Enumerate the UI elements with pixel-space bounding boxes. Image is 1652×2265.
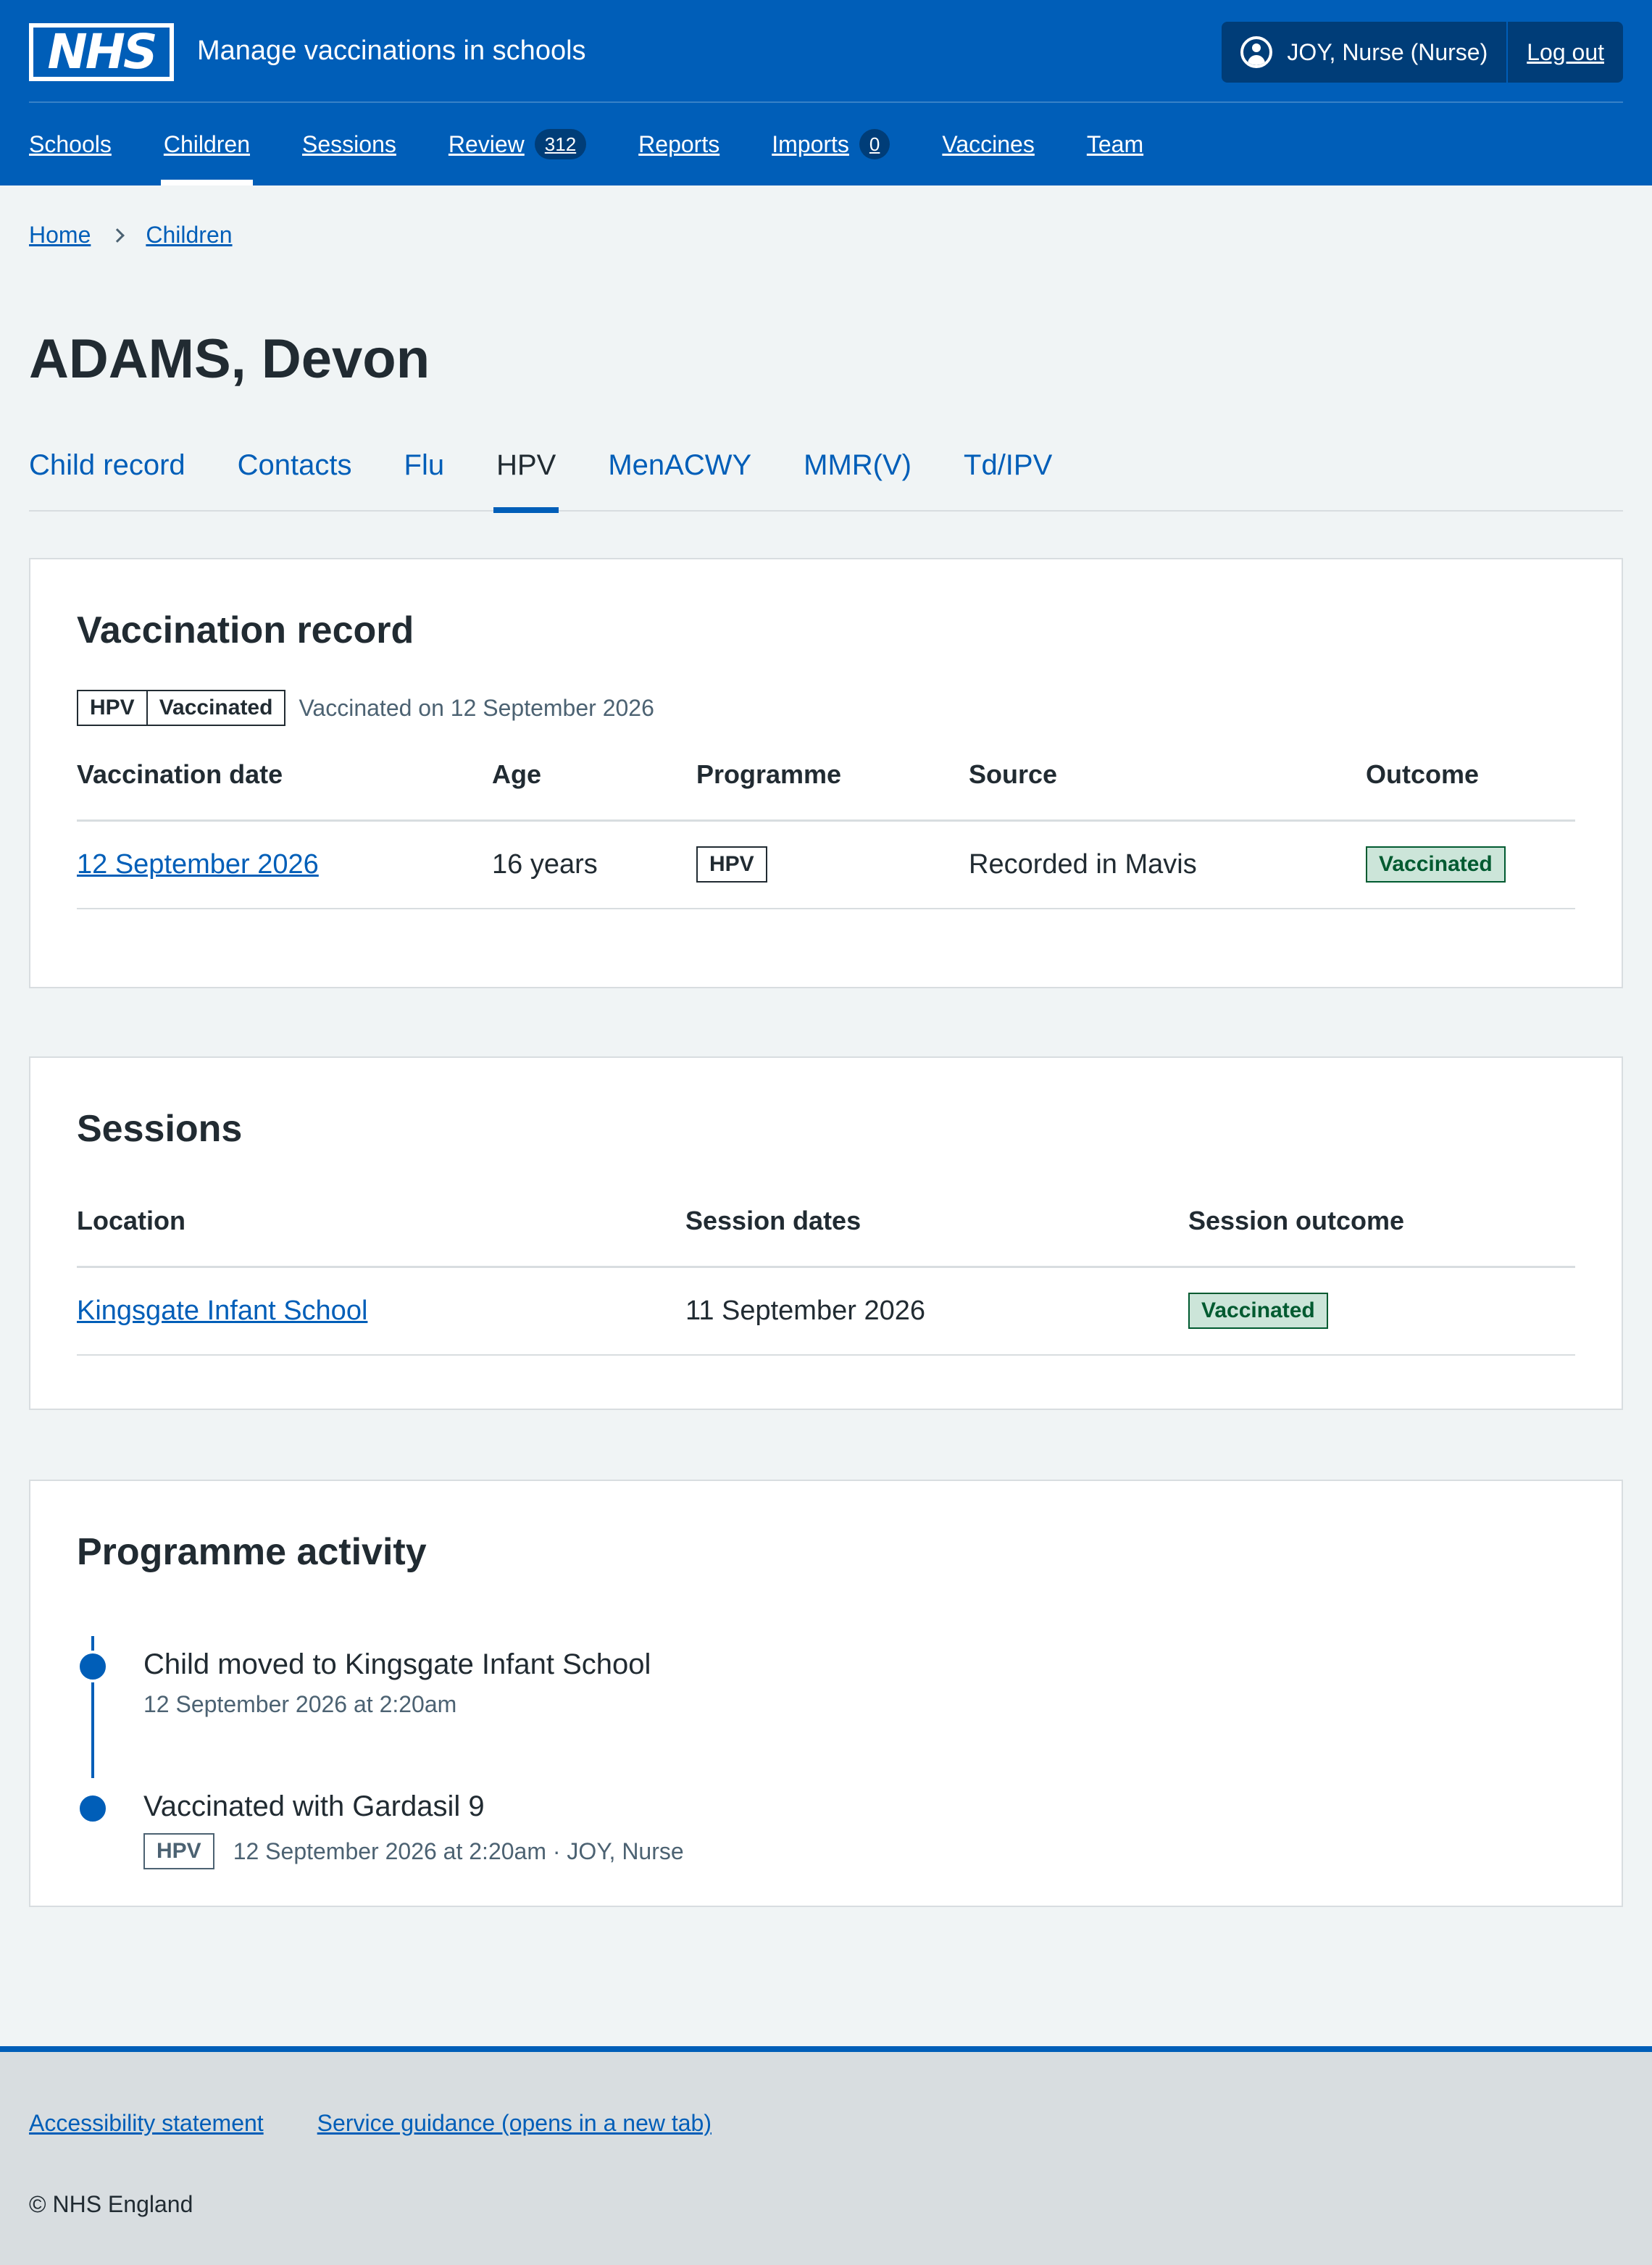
logout-link[interactable]: Log out — [1508, 39, 1623, 66]
user-icon — [1240, 36, 1273, 68]
account-name: JOY, Nurse (Nurse) — [1287, 38, 1488, 65]
table-header-row: Vaccination date Age Programme Source Ou… — [77, 730, 1575, 822]
site-header: NHS Manage vaccinations in schools JOY, … — [0, 0, 1652, 185]
age-cell: 16 years — [492, 820, 696, 909]
service-name[interactable]: Manage vaccinations in schools — [197, 33, 586, 68]
table-header-row: Location Session dates Session outcome — [77, 1177, 1575, 1268]
tab-td-ipv[interactable]: Td/IPV — [964, 442, 1052, 512]
header-top: NHS Manage vaccinations in schools JOY, … — [29, 0, 1623, 103]
vaccination-record-heading: Vaccination record — [77, 609, 414, 651]
nav-item-team[interactable]: Team — [1087, 103, 1143, 185]
table-row: Kingsgate Infant School 11 September 202… — [77, 1267, 1575, 1356]
session-location-link[interactable]: Kingsgate Infant School — [77, 1296, 367, 1326]
session-dates-cell: 11 September 2026 — [685, 1267, 1188, 1356]
nav-item-label: Vaccines — [942, 130, 1035, 157]
nav-item-schools[interactable]: Schools — [29, 103, 112, 185]
nav-item-label: Sessions — [302, 130, 396, 157]
programme-activity-heading: Programme activity — [77, 1531, 427, 1573]
primary-navigation: Schools Children Sessions Review 312 Repo… — [29, 103, 1196, 185]
column-header: Outcome — [1366, 730, 1575, 822]
account-user: JOY, Nurse (Nurse) — [1222, 22, 1509, 83]
vaccination-table: Vaccination date Age Programme Source Ou… — [77, 730, 1575, 909]
nav-item-vaccines[interactable]: Vaccines — [942, 103, 1034, 185]
breadcrumb: Home Children — [29, 222, 233, 249]
tab-flu[interactable]: Flu — [404, 442, 445, 512]
sessions-heading: Sessions — [77, 1108, 243, 1150]
nav-item-label: Imports — [772, 130, 849, 157]
nav-item-children[interactable]: Children — [160, 103, 254, 185]
timeline-item-title: Child moved to Kingsgate Infant School — [143, 1648, 651, 1680]
nhs-logo-text: NHS — [33, 28, 170, 77]
review-count-badge: 312 — [534, 129, 587, 159]
nav-item-imports[interactable]: Imports 0 — [772, 103, 890, 185]
timeline-item-meta: 12 September 2026 at 2:20am — [143, 1691, 456, 1718]
status-text: Vaccinated on 12 September 2026 — [299, 694, 654, 721]
footer-links: Accessibility statement Service guidance… — [29, 2110, 765, 2137]
source-cell: Recorded in Mavis — [969, 820, 1366, 909]
nav-item-label: Schools — [29, 130, 112, 157]
imports-count-badge: 0 — [859, 129, 890, 159]
column-header: Programme — [696, 730, 969, 822]
column-header: Source — [969, 730, 1366, 822]
nav-item-sessions[interactable]: Sessions — [302, 103, 396, 185]
timeline-dot-icon — [77, 1793, 109, 1824]
programme-activity-card: Programme activity Child moved to Kingsg… — [29, 1480, 1623, 1907]
nav-item-label: Children — [163, 130, 251, 157]
timeline-item-date: 12 September 2026 at 2:20am — [143, 1691, 457, 1717]
programme-tag: HPV — [143, 1833, 214, 1869]
site-footer: Accessibility statement Service guidance… — [0, 2046, 1652, 2265]
breadcrumb-children[interactable]: Children — [146, 222, 232, 249]
nav-item-label: Team — [1086, 130, 1144, 157]
tab-menacwy[interactable]: MenACWY — [608, 442, 751, 512]
timeline-item-meta: HPV 12 September 2026 at 2:20am · JOY, N… — [143, 1833, 684, 1869]
programme-status-tag: HPV Vaccinated — [77, 690, 286, 726]
nav-item-label: Reports — [638, 130, 720, 157]
tab-hpv[interactable]: HPV — [493, 442, 559, 513]
nav-item-label: Review — [448, 130, 525, 157]
footer-link-accessibility[interactable]: Accessibility statement — [29, 2110, 264, 2137]
vaccination-date-link[interactable]: 12 September 2026 — [77, 849, 319, 880]
copyright: © NHS England — [29, 2191, 193, 2217]
sessions-table: Location Session dates Session outcome K… — [77, 1177, 1575, 1356]
nav-item-review[interactable]: Review 312 — [448, 103, 587, 185]
account-menu: JOY, Nurse (Nurse) Log out — [1222, 22, 1623, 83]
programme-status: HPV Vaccinated Vaccinated on 12 Septembe… — [77, 690, 654, 726]
column-header: Session outcome — [1188, 1177, 1575, 1268]
status-tag: Vaccinated — [146, 691, 285, 725]
outcome-tag: Vaccinated — [1366, 846, 1506, 883]
table-row: 12 September 2026 16 years HPV Recorded … — [77, 820, 1575, 909]
programme-tabs: Child record Contacts Flu HPV MenACWY MM… — [29, 442, 1623, 513]
sessions-card: Sessions Location Session dates Session … — [29, 1056, 1623, 1410]
tab-mmrv[interactable]: MMR(V) — [804, 442, 911, 512]
tab-contacts[interactable]: Contacts — [238, 442, 352, 512]
session-outcome-tag: Vaccinated — [1188, 1293, 1328, 1330]
nav-item-reports[interactable]: Reports — [638, 103, 719, 185]
page-title: ADAMS, Devon — [29, 328, 430, 390]
timeline-item-date: 12 September 2026 at 2:20am · JOY, Nurse — [233, 1838, 684, 1864]
programme-tag: HPV — [90, 696, 135, 719]
programme-tag: HPV — [696, 846, 767, 883]
column-header: Age — [492, 730, 696, 822]
footer-link-service-guidance[interactable]: Service guidance (opens in a new tab) — [317, 2110, 712, 2137]
timeline-item-title: Vaccinated with Gardasil 9 — [143, 1790, 485, 1822]
column-header: Vaccination date — [77, 730, 492, 822]
timeline-dot-icon — [77, 1651, 109, 1682]
chevron-right-icon — [110, 228, 125, 243]
breadcrumb-home[interactable]: Home — [29, 222, 91, 249]
vaccination-record-card: Vaccination record HPV Vaccinated Vaccin… — [29, 558, 1623, 988]
tab-child-record[interactable]: Child record — [29, 442, 185, 512]
nhs-logo[interactable]: NHS — [29, 23, 174, 81]
column-header: Location — [77, 1177, 685, 1268]
column-header: Session dates — [685, 1177, 1188, 1268]
